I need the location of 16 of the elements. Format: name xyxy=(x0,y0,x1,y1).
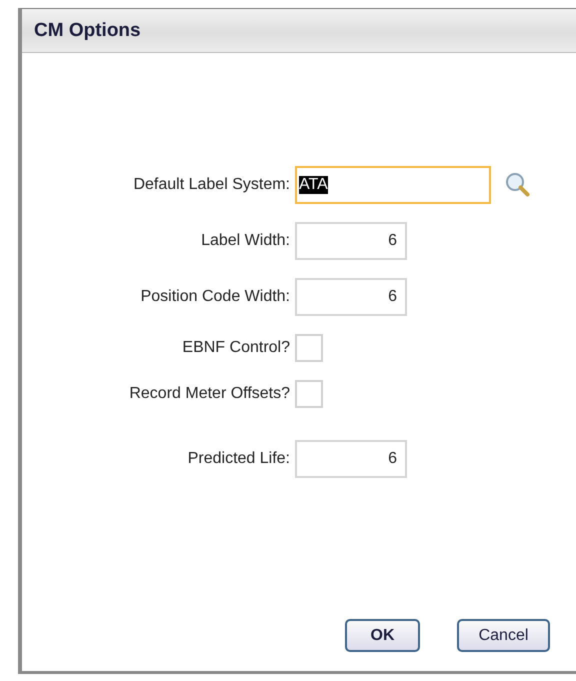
field-label: Predicted Life: xyxy=(188,450,290,468)
checkbox[interactable] xyxy=(295,334,323,362)
field-label: Default Label System: xyxy=(133,176,290,194)
checkbox[interactable] xyxy=(295,380,323,408)
window-title: CM Options xyxy=(34,20,141,42)
ok-button[interactable]: OK xyxy=(345,619,420,652)
cancel-button[interactable]: Cancel xyxy=(457,619,550,652)
field-label: EBNF Control? xyxy=(182,339,290,357)
field-label: Record Meter Offsets? xyxy=(129,385,290,403)
number-field[interactable]: 6 xyxy=(295,222,407,260)
number-field[interactable]: 6 xyxy=(295,440,407,478)
search-icon[interactable] xyxy=(505,172,531,198)
field-label: Label Width: xyxy=(201,232,290,250)
field-label: Position Code Width: xyxy=(140,288,290,306)
number-field[interactable]: 6 xyxy=(295,278,407,316)
input-field[interactable]: ATA xyxy=(295,166,491,204)
